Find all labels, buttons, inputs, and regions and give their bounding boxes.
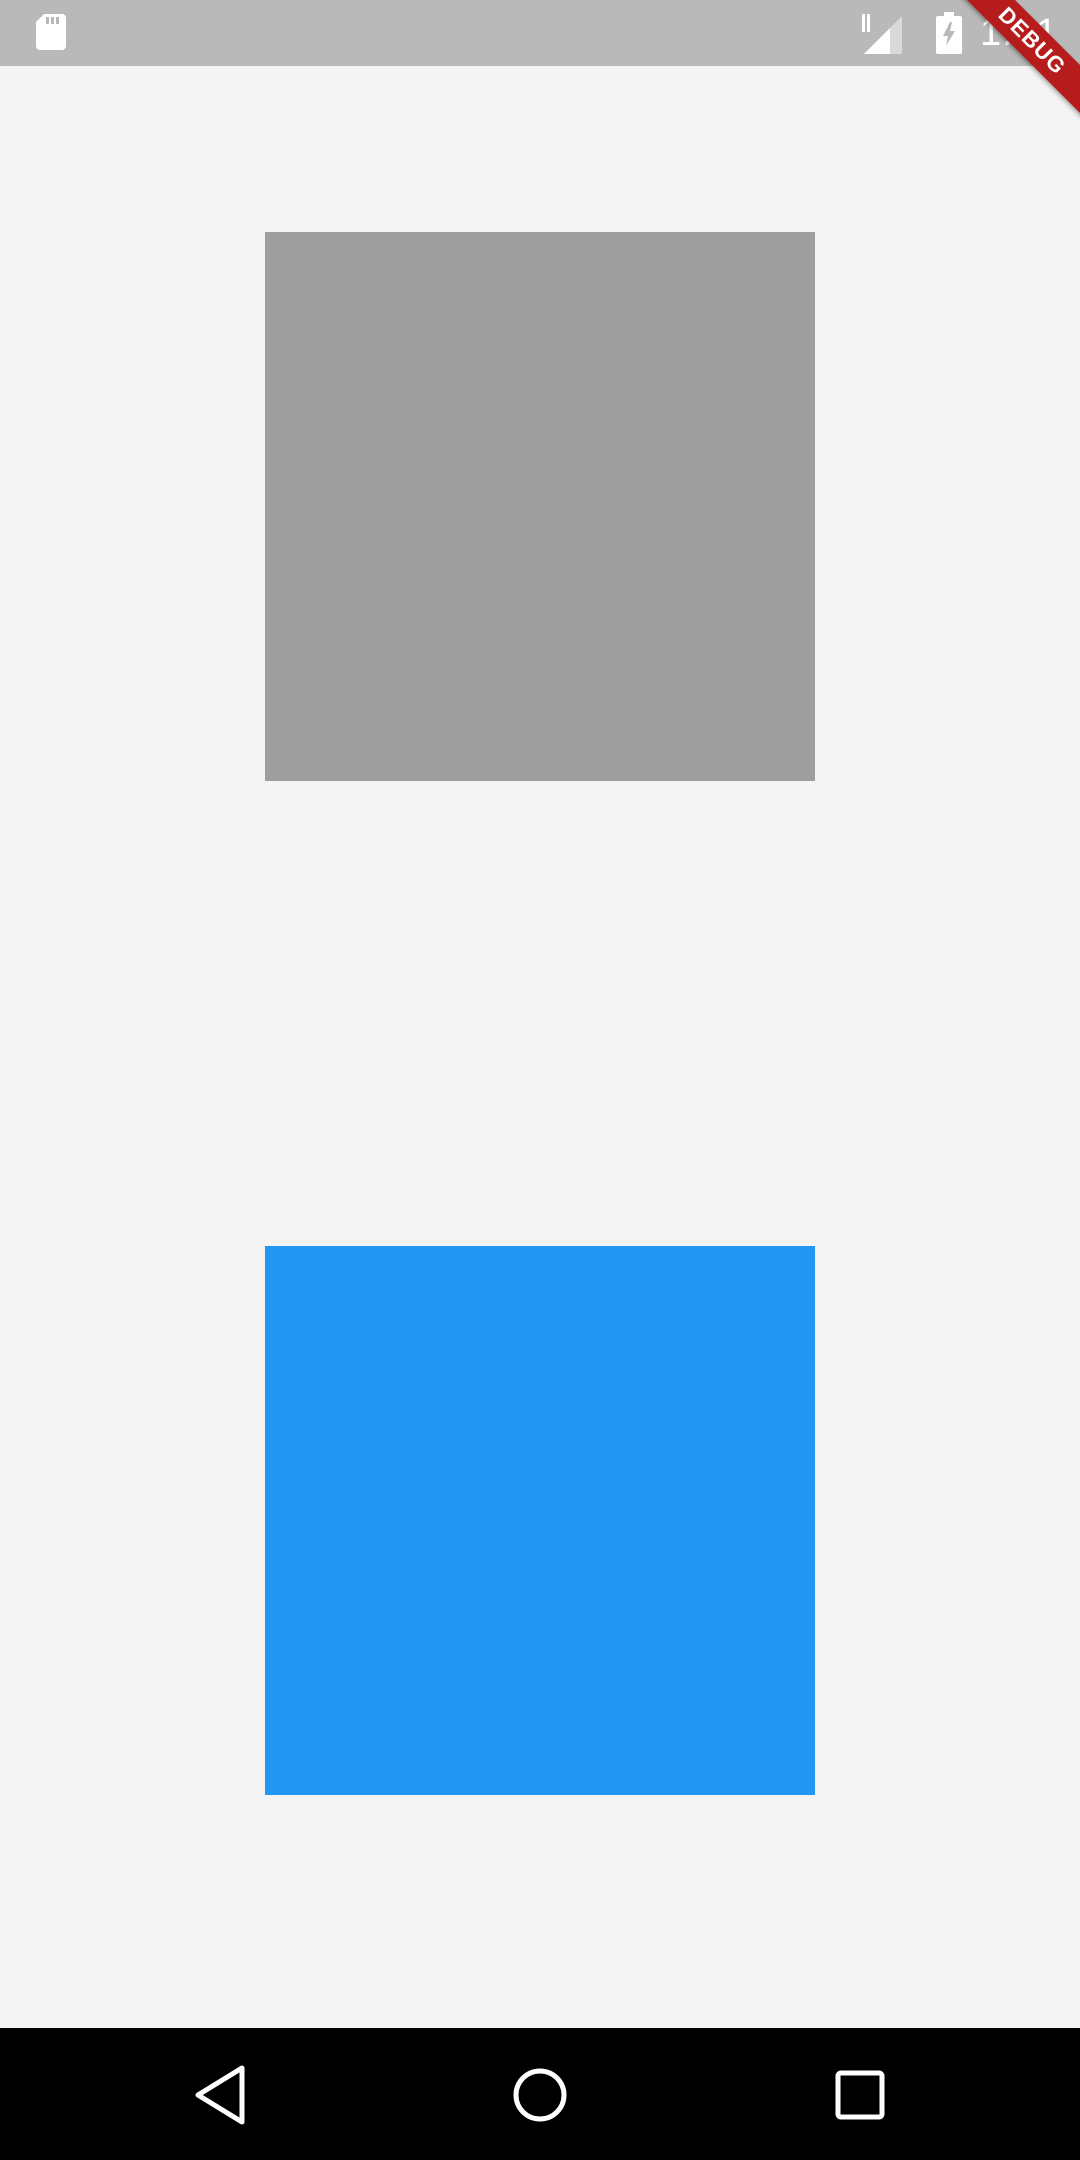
sd-card-icon <box>36 14 66 50</box>
home-icon[interactable] <box>505 2060 575 2130</box>
blue-box <box>265 1246 815 1795</box>
status-bar: 1:21 <box>0 0 1080 66</box>
recents-icon[interactable] <box>825 2060 895 2130</box>
grey-box <box>265 232 815 781</box>
app-screen: 1:21 DEBUG <box>0 0 1080 2160</box>
back-icon[interactable] <box>186 2060 256 2130</box>
navigation-bar <box>0 2028 1080 2160</box>
battery-charging-icon <box>936 12 962 54</box>
signal-icon <box>862 14 902 54</box>
